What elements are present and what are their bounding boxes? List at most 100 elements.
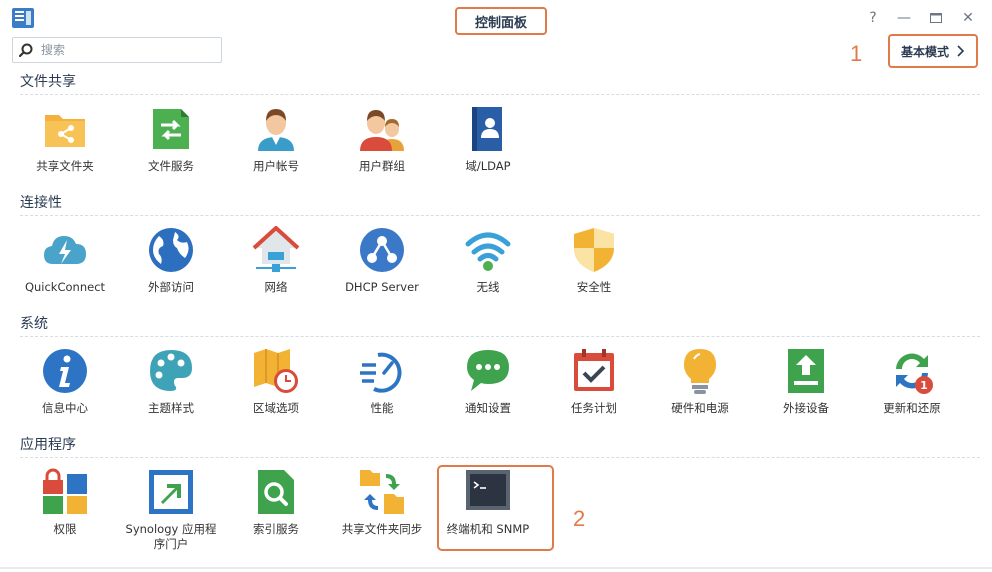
- section-title: 应用程序: [20, 435, 980, 458]
- app-portal-icon: [149, 470, 193, 514]
- section-applications: 应用程序 权限 Synology 应用程 序门户 索引服务 共享文件夹同步 终端…: [20, 435, 980, 554]
- item-label: 用户群组: [359, 159, 405, 173]
- item-label: 域/LDAP: [465, 159, 511, 173]
- item-quickconnect[interactable]: QuickConnect: [17, 226, 113, 295]
- section-connectivity: 连接性 QuickConnect 外部访问 网络 DHCP Server 无线 …: [20, 193, 980, 312]
- item-label: 安全性: [576, 280, 612, 294]
- item-hardware-power[interactable]: 硬件和电源: [652, 347, 748, 416]
- item-info-center[interactable]: 信息中心: [17, 347, 113, 416]
- basic-mode-button[interactable]: 基本模式: [888, 34, 978, 68]
- dhcp-icon: [360, 228, 404, 272]
- update-icon: 1: [896, 353, 933, 394]
- minimize-icon[interactable]: —: [894, 8, 914, 28]
- search-box[interactable]: [12, 37, 222, 63]
- item-label: 外接设备: [783, 401, 829, 415]
- globe-icon: [149, 228, 193, 272]
- search-icon: [19, 43, 33, 57]
- item-network[interactable]: 网络: [228, 226, 324, 295]
- window-title: 控制面板: [474, 15, 527, 31]
- item-user[interactable]: 用户帐号: [228, 105, 324, 174]
- group-icon: [360, 110, 404, 151]
- item-label: 通知设置: [465, 401, 511, 415]
- chat-icon: [467, 350, 509, 391]
- annotation-number-1: 1: [850, 41, 863, 66]
- item-label: 任务计划: [571, 401, 617, 415]
- item-security[interactable]: 安全性: [546, 226, 642, 295]
- item-external-access[interactable]: 外部访问: [123, 226, 219, 295]
- item-dhcp-server[interactable]: DHCP Server: [334, 226, 430, 295]
- basic-mode-label: 基本模式: [900, 44, 949, 59]
- section-system: 系统 信息中心 主题样式 区域选项 性能 通知设置 任务计划 硬件和电源 外接设…: [20, 314, 980, 433]
- item-shared-folder[interactable]: 共享文件夹: [17, 105, 113, 174]
- user-icon: [258, 109, 294, 151]
- title-bar: 控制面板 ? — ✕: [0, 0, 992, 36]
- item-label: Synology 应用程 序门户: [123, 522, 219, 552]
- item-label: 更新和还原: [883, 401, 941, 415]
- chevron-right-icon: [957, 45, 965, 57]
- annotation-number-2: 2: [573, 506, 586, 531]
- item-label: 用户帐号: [253, 159, 299, 173]
- wifi-icon: [465, 232, 511, 271]
- item-label-line-2: 序门户: [153, 537, 189, 551]
- item-wireless[interactable]: 无线: [440, 226, 536, 295]
- external-device-icon: [788, 349, 824, 393]
- item-file-services[interactable]: 文件服务: [123, 105, 219, 174]
- network-icon: [252, 226, 300, 272]
- item-label: 共享文件夹: [36, 159, 94, 173]
- item-label: 网络: [264, 280, 288, 294]
- item-label: 外部访问: [148, 280, 194, 294]
- item-label: 性能: [370, 401, 394, 415]
- item-task-scheduler[interactable]: 任务计划: [546, 347, 642, 416]
- calendar-check-icon: [574, 349, 614, 391]
- search-input[interactable]: [39, 42, 213, 58]
- item-label: 索引服务: [253, 522, 299, 536]
- bulb-icon: [684, 349, 716, 394]
- item-external-devices[interactable]: 外接设备: [758, 347, 854, 416]
- item-label: 主题样式: [148, 401, 194, 415]
- speedometer-icon: [360, 352, 402, 393]
- item-label: 硬件和电源: [671, 401, 729, 415]
- bottom-divider: [0, 567, 992, 569]
- folder-sync-icon: [360, 470, 404, 514]
- item-terminal-snmp[interactable]: 终端机和 SNMP: [440, 468, 536, 537]
- item-label: 终端机和 SNMP: [446, 522, 530, 536]
- item-regional-options[interactable]: 区域选项: [228, 347, 324, 416]
- item-app-portal[interactable]: Synology 应用程 序门户: [123, 468, 219, 552]
- item-label: DHCP Server: [345, 280, 419, 294]
- indexing-icon: [258, 470, 294, 514]
- item-label: 区域选项: [253, 401, 299, 415]
- item-shared-folder-sync[interactable]: 共享文件夹同步: [334, 468, 430, 537]
- section-file-sharing: 文件共享 共享文件夹 文件服务 用户帐号 用户群组 域/LDAP: [20, 72, 980, 191]
- privileges-icon: [43, 468, 87, 514]
- shared-folder-icon: [45, 115, 85, 147]
- item-label: 文件服务: [148, 159, 194, 173]
- item-performance[interactable]: 性能: [334, 347, 430, 416]
- section-title: 文件共享: [20, 72, 980, 95]
- update-badge-count: 1: [920, 379, 928, 392]
- palette-icon: [150, 350, 192, 391]
- item-label: 权限: [53, 522, 77, 536]
- item-group[interactable]: 用户群组: [334, 105, 430, 174]
- map-clock-icon: [254, 349, 298, 393]
- terminal-icon: [466, 470, 510, 510]
- item-label-line-1: Synology 应用程: [125, 522, 217, 536]
- window-title-highlight: 控制面板: [455, 7, 547, 35]
- ldap-icon: [472, 107, 502, 151]
- help-icon[interactable]: ?: [863, 8, 883, 28]
- control-panel-app-icon: [12, 8, 34, 28]
- close-icon[interactable]: ✕: [958, 8, 978, 28]
- item-label: 信息中心: [42, 401, 88, 415]
- item-indexing-service[interactable]: 索引服务: [228, 468, 324, 537]
- quickconnect-icon: [44, 236, 86, 264]
- item-label: 无线: [476, 280, 500, 294]
- item-privileges[interactable]: 权限: [17, 468, 113, 537]
- maximize-icon[interactable]: [926, 8, 946, 28]
- info-icon: [43, 349, 87, 393]
- item-update-restore[interactable]: 1 更新和还原: [864, 347, 960, 416]
- section-title: 连接性: [20, 193, 980, 216]
- item-theme[interactable]: 主题样式: [123, 347, 219, 416]
- item-label: 共享文件夹同步: [341, 522, 423, 536]
- item-domain-ldap[interactable]: 域/LDAP: [440, 105, 536, 174]
- item-notification[interactable]: 通知设置: [440, 347, 536, 416]
- file-services-icon: [153, 109, 189, 149]
